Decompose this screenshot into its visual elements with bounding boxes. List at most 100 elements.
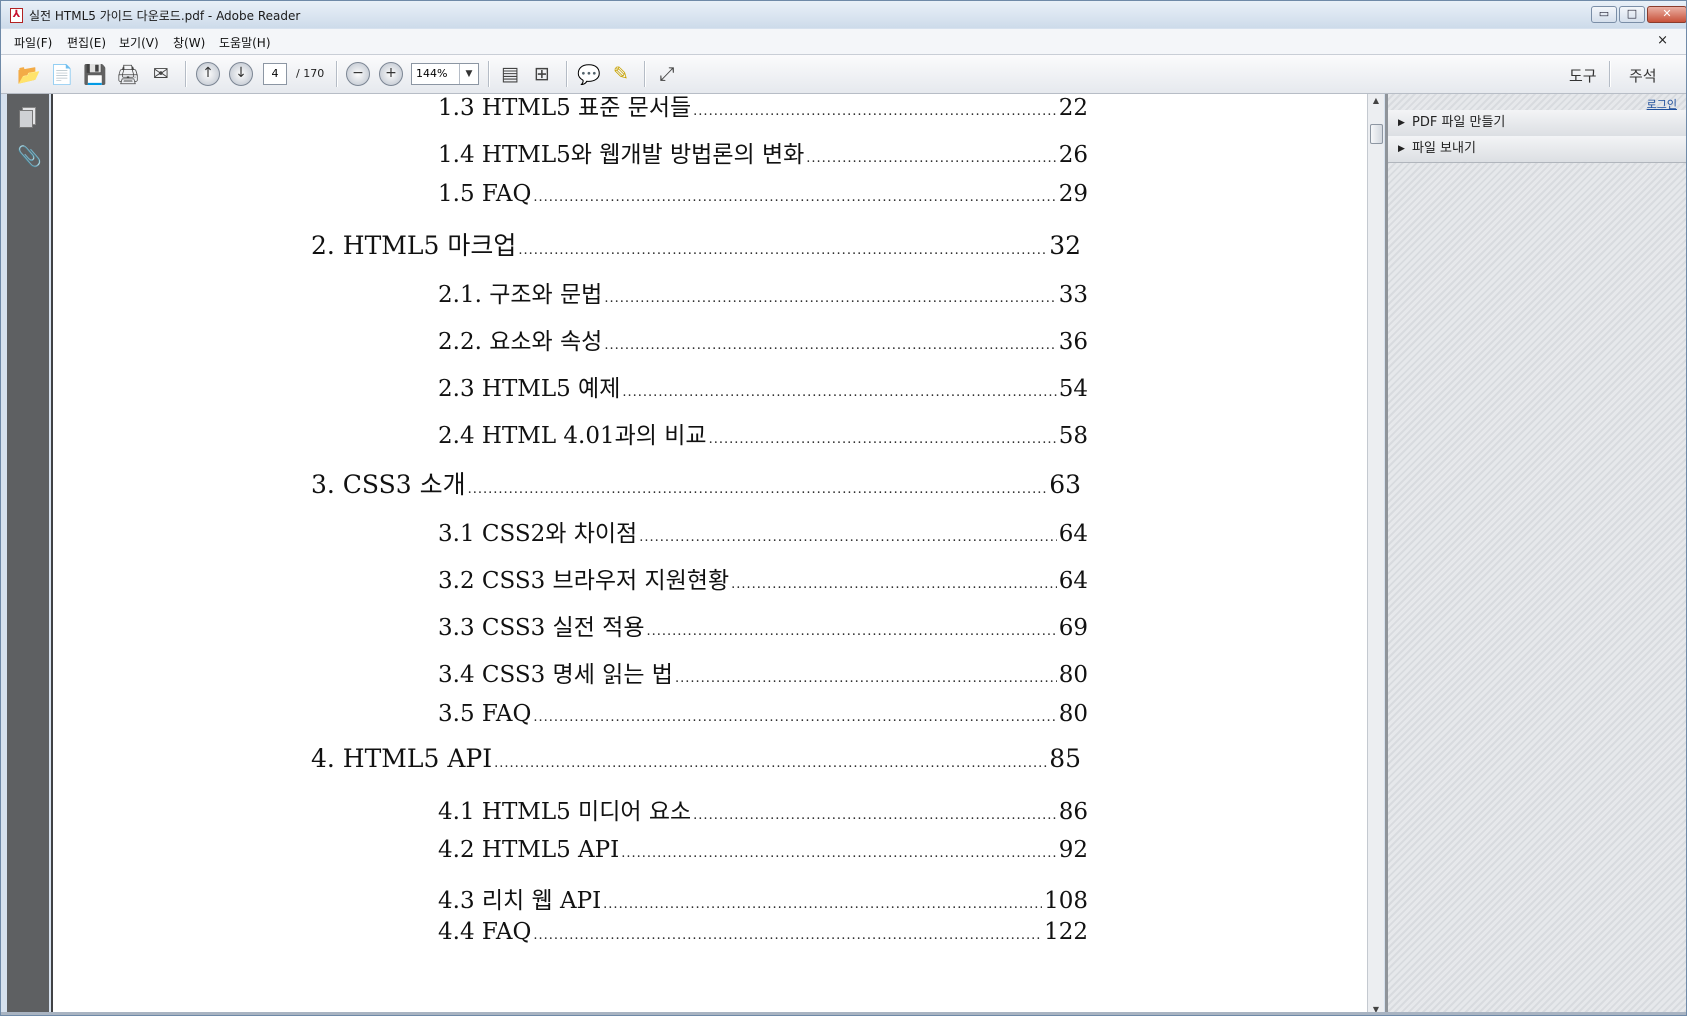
minimize-button[interactable]: ▭ xyxy=(1591,6,1617,23)
toc-entry[interactable]: 4.3 리치 웹 API 108 xyxy=(438,881,1088,915)
toc-page-number: 32 xyxy=(1049,231,1081,260)
tools-tab[interactable]: 도구 xyxy=(1569,65,1597,86)
menu-window[interactable]: 창(W) xyxy=(173,34,205,51)
window-title: 실전 HTML5 가이드 다운로드.pdf - Adobe Reader xyxy=(29,9,301,23)
toc-entry[interactable]: 4.1 HTML5 미디어 요소 86 xyxy=(438,792,1088,826)
chevron-down-icon[interactable]: ▼ xyxy=(459,64,478,84)
scrollbar-thumb[interactable] xyxy=(1370,124,1383,144)
toc-entry[interactable]: 2.3 HTML5 예제 54 xyxy=(438,369,1088,403)
toolbar-separator xyxy=(488,61,490,87)
toc-page-number: 80 xyxy=(1058,662,1088,688)
toc-entry[interactable]: 3.4 CSS3 명세 읽는 법 80 xyxy=(438,655,1088,689)
toc-entry[interactable]: 2. HTML5 마크업 32 xyxy=(311,226,1081,262)
scroll-up-icon[interactable]: ▲ xyxy=(1368,94,1384,108)
toc-title: 3.4 CSS3 명세 읽는 법 xyxy=(438,662,673,688)
fit-width-icon[interactable]: ⊞ xyxy=(528,60,556,88)
toc-page-number: 92 xyxy=(1058,837,1088,863)
toc-entry[interactable]: 4.4 FAQ 122 xyxy=(438,919,1088,945)
section-label: 파일 보내기 xyxy=(1412,141,1476,156)
toc-entry[interactable]: 2.4 HTML 4.01과의 비교 58 xyxy=(438,416,1088,450)
toc-entry[interactable]: 2.2. 요소와 속성 36 xyxy=(438,322,1088,356)
toc-title: 4.3 리치 웹 API xyxy=(438,888,602,914)
toc-title: 1.3 HTML5 표준 문서들 xyxy=(438,95,692,121)
toc-entry[interactable]: 3.5 FAQ 80 xyxy=(438,701,1088,727)
highlight-icon[interactable]: ✎ xyxy=(607,60,635,88)
full-screen-icon[interactable]: ⤢ xyxy=(653,60,681,88)
menu-file[interactable]: 파일(F) xyxy=(14,34,52,51)
toc-title: 2.1. 구조와 문법 xyxy=(438,282,603,308)
tools-pane: 로그인 ▶ PDF 파일 만들기 ▶ 파일 보내기 xyxy=(1385,94,1686,1015)
create-pdf-section[interactable]: ▶ PDF 파일 만들기 xyxy=(1388,110,1686,137)
toc-title: 2.4 HTML 4.01과의 비교 xyxy=(438,423,707,449)
comment-tab[interactable]: 주석 xyxy=(1629,65,1657,86)
toc-title: 4.4 FAQ xyxy=(438,919,532,945)
toc-leader xyxy=(533,928,1042,943)
toc-page-number: 54 xyxy=(1058,376,1088,402)
toolbar: 📂 📄 💾 🖨 ✉ ↑ ↓ 4 / 170 − + 144% ▼ ▤ ⊞ 💬 ✎… xyxy=(1,55,1686,94)
document-close-icon[interactable]: × xyxy=(1657,33,1668,48)
toc-entry[interactable]: 1.5 FAQ 29 xyxy=(438,181,1088,207)
toc-leader xyxy=(806,151,1056,166)
toc-page-number: 108 xyxy=(1044,888,1088,914)
toc-title: 1.4 HTML5와 웹개발 방법론의 변화 xyxy=(438,142,805,168)
toc-leader xyxy=(709,432,1057,447)
email-icon[interactable]: ✉ xyxy=(147,60,175,88)
toc-leader xyxy=(621,846,1056,861)
page-number-input[interactable]: 4 xyxy=(263,63,287,85)
toc-entry[interactable]: 2.1. 구조와 문법 33 xyxy=(438,275,1088,309)
toc-page-number: 58 xyxy=(1058,423,1088,449)
toc-leader xyxy=(647,624,1057,639)
previous-page-icon[interactable]: ↑ xyxy=(194,60,222,88)
toc-leader xyxy=(494,756,1047,771)
toc-entry[interactable]: 1.4 HTML5와 웹개발 방법론의 변화 26 xyxy=(438,135,1088,169)
toc-entry[interactable]: 3.2 CSS3 브라우저 지원현황 64 xyxy=(438,561,1088,595)
section-label: PDF 파일 만들기 xyxy=(1412,115,1506,130)
send-file-section[interactable]: ▶ 파일 보내기 xyxy=(1388,136,1686,163)
toc-entry[interactable]: 4. HTML5 API 85 xyxy=(311,744,1081,773)
toc-entry[interactable]: 4.2 HTML5 API 92 xyxy=(438,837,1088,863)
zoom-out-icon[interactable]: − xyxy=(344,60,372,88)
toc-title: 3. CSS3 소개 xyxy=(311,470,466,499)
save-icon[interactable]: 💾 xyxy=(81,60,109,88)
toc-leader xyxy=(731,577,1057,592)
toolbar-separator xyxy=(566,61,568,87)
print-icon[interactable]: 🖨 xyxy=(114,60,142,88)
pdf-app-icon: ⅄ xyxy=(10,8,23,23)
toc-page-number: 64 xyxy=(1058,521,1088,547)
close-button[interactable]: ✕ xyxy=(1647,6,1686,23)
toc-title: 4. HTML5 API xyxy=(311,744,493,773)
toc-page-number: 36 xyxy=(1058,329,1088,355)
toc-leader xyxy=(533,710,1056,725)
zoom-in-icon[interactable]: + xyxy=(377,60,405,88)
open-file-icon[interactable]: 📂 xyxy=(15,60,43,88)
toc-entry[interactable]: 3.1 CSS2와 차이점 64 xyxy=(438,514,1088,548)
fit-page-icon[interactable]: ▤ xyxy=(496,60,524,88)
toc-leader xyxy=(604,338,1056,353)
create-pdf-icon[interactable]: 📄 xyxy=(48,60,76,88)
toc-title: 2.2. 요소와 속성 xyxy=(438,329,603,355)
next-page-icon[interactable]: ↓ xyxy=(227,60,255,88)
page-thumbnails-icon[interactable] xyxy=(17,104,39,128)
toc-page-number: 122 xyxy=(1044,919,1088,945)
menu-help[interactable]: 도움말(H) xyxy=(219,34,271,51)
vertical-scrollbar[interactable]: ▲ ▼ xyxy=(1367,94,1384,1015)
menu-edit[interactable]: 편집(E) xyxy=(67,34,106,51)
toolbar-separator xyxy=(1609,61,1611,87)
toc-leader xyxy=(675,671,1057,686)
adobe-reader-window: ⅄ 실전 HTML5 가이드 다운로드.pdf - Adobe Reader ▭… xyxy=(0,0,1687,1016)
toc-title: 1.5 FAQ xyxy=(438,181,532,207)
menu-view[interactable]: 보기(V) xyxy=(119,34,159,51)
toc-entry[interactable]: 1.3 HTML5 표준 문서들 22 xyxy=(438,94,1088,122)
maximize-button[interactable]: □ xyxy=(1619,6,1645,23)
toc-title: 3.1 CSS2와 차이점 xyxy=(438,521,638,547)
sticky-note-icon[interactable]: 💬 xyxy=(575,60,603,88)
zoom-select[interactable]: 144% ▼ xyxy=(411,63,479,85)
toc-entry[interactable]: 3.3 CSS3 실전 적용 69 xyxy=(438,608,1088,642)
toc-entry[interactable]: 3. CSS3 소개 63 xyxy=(311,465,1081,501)
expand-arrow-icon: ▶ xyxy=(1398,118,1405,128)
attachments-icon[interactable]: 📎 xyxy=(17,144,42,168)
document-view[interactable]: 1.3 HTML5 표준 문서들 22 1.4 HTML5와 웹개발 방법론의 변… xyxy=(51,94,1369,1015)
navigation-pane: 📎 xyxy=(7,94,49,1015)
toc-page-number: 63 xyxy=(1049,470,1081,499)
toc-page-number: 26 xyxy=(1058,142,1088,168)
